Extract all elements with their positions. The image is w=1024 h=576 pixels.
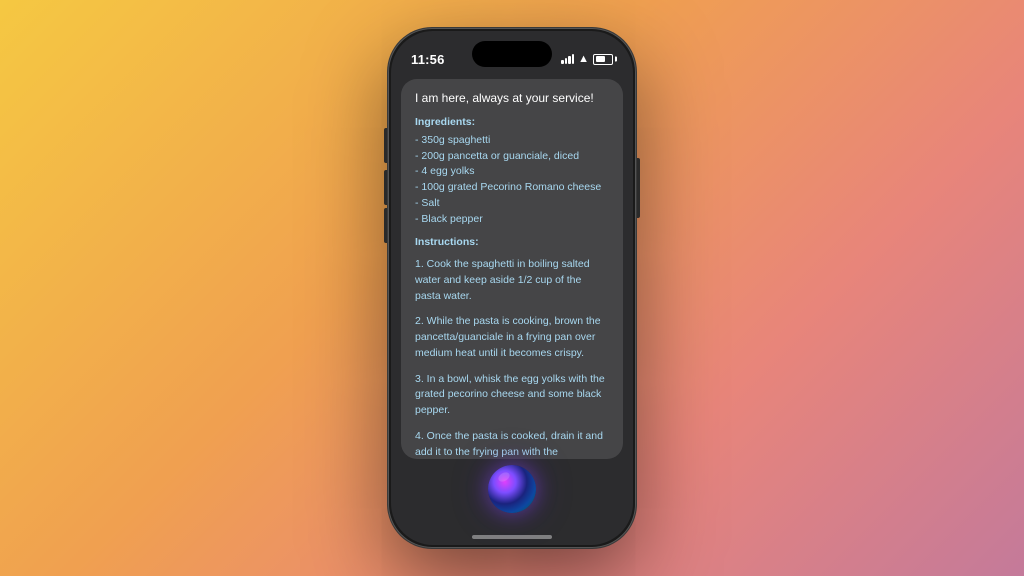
siri-response-card[interactable]: I am here, always at your service! Ingre… <box>401 79 623 459</box>
battery-icon <box>593 54 613 65</box>
siri-greeting: I am here, always at your service! <box>415 91 609 105</box>
instructions-title: Instructions: <box>415 235 609 251</box>
siri-orb[interactable] <box>488 465 536 513</box>
siri-content: Ingredients: - 350g spaghetti - 200g pan… <box>415 115 609 459</box>
status-time: 11:56 <box>411 52 445 67</box>
status-icons: ▲ <box>561 53 613 65</box>
ingredient-4: - 100g grated Pecorino Romano cheese <box>415 181 601 193</box>
screen-content: I am here, always at your service! Ingre… <box>391 75 633 459</box>
siri-orb-area <box>391 459 633 529</box>
phone-device: 11:56 ▲ I am here, always at your servic… <box>388 28 636 548</box>
ingredient-6: - Black pepper <box>415 213 483 225</box>
signal-bars-icon <box>561 54 574 64</box>
step-1: 1. Cook the spaghetti in boiling salted … <box>415 257 609 304</box>
wifi-icon: ▲ <box>578 53 589 65</box>
ingredient-5: - Salt <box>415 197 440 209</box>
status-bar: 11:56 ▲ <box>391 31 633 75</box>
step-3: 3. In a bowl, whisk the egg yolks with t… <box>415 372 609 419</box>
step-4: 4. Once the pasta is cooked, drain it an… <box>415 429 609 459</box>
phone-screen: 11:56 ▲ I am here, always at your servic… <box>391 31 633 545</box>
ingredient-list: - 350g spaghetti - 200g pancetta or guan… <box>415 133 609 228</box>
ingredients-title: Ingredients: <box>415 115 609 131</box>
home-indicator-bar <box>472 535 552 539</box>
ingredient-1: - 350g spaghetti <box>415 134 490 146</box>
home-indicator <box>391 529 633 545</box>
step-2: 2. While the pasta is cooking, brown the… <box>415 314 609 361</box>
ingredient-3: - 4 egg yolks <box>415 165 475 177</box>
dynamic-island <box>472 41 552 67</box>
ingredient-2: - 200g pancetta or guanciale, diced <box>415 150 579 162</box>
